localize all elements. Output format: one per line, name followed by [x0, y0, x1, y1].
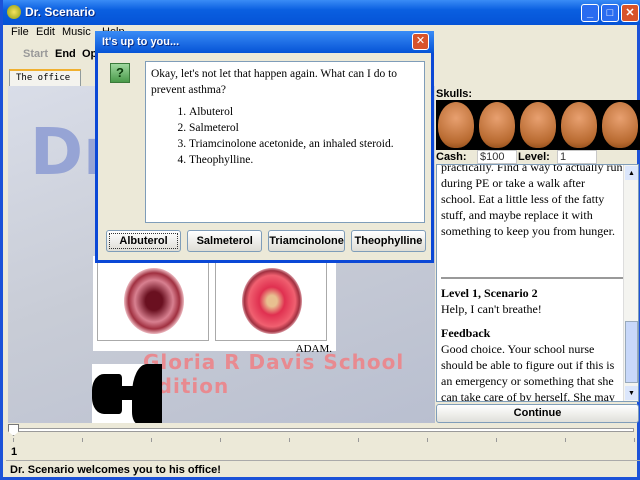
theophylline-button[interactable]: Theophylline: [350, 230, 426, 252]
slider-tick: [220, 438, 221, 442]
skulls-display: [436, 100, 640, 150]
log-divider: [441, 277, 626, 279]
log-scrollbar[interactable]: ▲ ▼: [623, 165, 638, 401]
status-bar: Dr. Scenario welcomes you to his office!: [6, 460, 640, 477]
dialog-buttons: Albuterol Salmeterol Triamcinolone Theop…: [106, 230, 426, 252]
dialog-close-button[interactable]: ✕: [412, 33, 429, 50]
question-box: Okay, let's not let that happen again. W…: [145, 61, 425, 223]
feedback-text: Good choice. Your school nurse should be…: [441, 342, 615, 402]
slider-tick: [13, 438, 14, 442]
status-panel: Skulls: Cash: $100 Level: 1 practically.…: [436, 86, 640, 423]
albuterol-button[interactable]: Albuterol: [106, 230, 182, 252]
option-item: Salmeterol: [189, 120, 419, 136]
inflamed-airway-image: [242, 268, 302, 334]
maximize-button[interactable]: □: [601, 4, 619, 22]
menu-edit[interactable]: Edit: [36, 26, 55, 38]
slider-tick: [427, 438, 428, 442]
feedback-heading: Feedback: [441, 326, 491, 340]
question-icon: ?: [110, 63, 130, 83]
normal-airway-image: [124, 268, 184, 334]
triamcinolone-button[interactable]: Triamcinolone: [268, 230, 345, 252]
scroll-thumb[interactable]: [625, 321, 638, 383]
airway-illustration: ADAM.: [93, 256, 336, 355]
slider-track[interactable]: [12, 428, 634, 432]
level-field: 1: [557, 150, 597, 164]
question-text: Okay, let's not let that happen again. W…: [151, 68, 398, 96]
tab-the-office[interactable]: The office: [9, 69, 81, 86]
scroll-up-icon[interactable]: ▲: [625, 166, 638, 180]
slider-value: 1: [11, 446, 18, 458]
minimize-button[interactable]: _: [581, 4, 599, 22]
cash-field: $100: [477, 150, 517, 164]
option-item: Triamcinolone acetonide, an inhaled ster…: [189, 136, 419, 152]
menu-file[interactable]: File: [11, 26, 29, 38]
skull-icon: [519, 102, 556, 148]
app-icon: [7, 5, 21, 19]
log-heading: Level 1, Scenario 2: [441, 286, 538, 300]
log-partial-line: practically. Find a way to actually run: [441, 164, 623, 174]
end-button[interactable]: End: [55, 48, 76, 60]
skulls-label: Skulls:: [436, 88, 473, 100]
inhaler-silhouette: [92, 364, 162, 423]
window-title: Dr. Scenario: [25, 5, 96, 19]
log-subtitle: Help, I can't breathe!: [441, 302, 542, 316]
option-item: Theophylline.: [189, 152, 419, 168]
continue-button[interactable]: Continue: [436, 404, 639, 423]
slider-tick: [565, 438, 566, 442]
option-item: Albuterol: [189, 104, 419, 120]
option-list: Albuterol Salmeterol Triamcinolone aceto…: [189, 104, 419, 168]
slider-tick: [289, 438, 290, 442]
skull-icon: [479, 102, 516, 148]
slider-tick: [496, 438, 497, 442]
level-label: Level:: [518, 151, 550, 163]
dialog-title: It's up to you...: [95, 31, 434, 53]
title-bar: Dr. Scenario _ □ ✕: [3, 0, 640, 25]
scroll-down-icon[interactable]: ▼: [625, 386, 638, 400]
skull-icon: [438, 102, 475, 148]
skull-icon: [560, 102, 597, 148]
slider-tick: [634, 438, 635, 442]
salmeterol-button[interactable]: Salmeterol: [187, 230, 263, 252]
slider-tick: [151, 438, 152, 442]
skull-icon: [601, 102, 638, 148]
slider-tick: [82, 438, 83, 442]
slider-knob[interactable]: [8, 424, 19, 436]
log-previous-text: during PE or take a walk after school. E…: [441, 176, 615, 238]
menu-music[interactable]: Music: [62, 26, 91, 38]
scenario-slider[interactable]: 1: [8, 424, 638, 458]
cash-label: Cash:: [436, 151, 467, 163]
start-button[interactable]: Start: [23, 48, 48, 60]
choice-dialog: It's up to you... ✕ ? Okay, let's not le…: [95, 31, 434, 263]
edition-text: Gloria R Davis School Edition: [143, 350, 405, 398]
close-button[interactable]: ✕: [621, 4, 639, 22]
scenario-log: practically. Find a way to actually run …: [436, 164, 639, 402]
slider-tick: [358, 438, 359, 442]
